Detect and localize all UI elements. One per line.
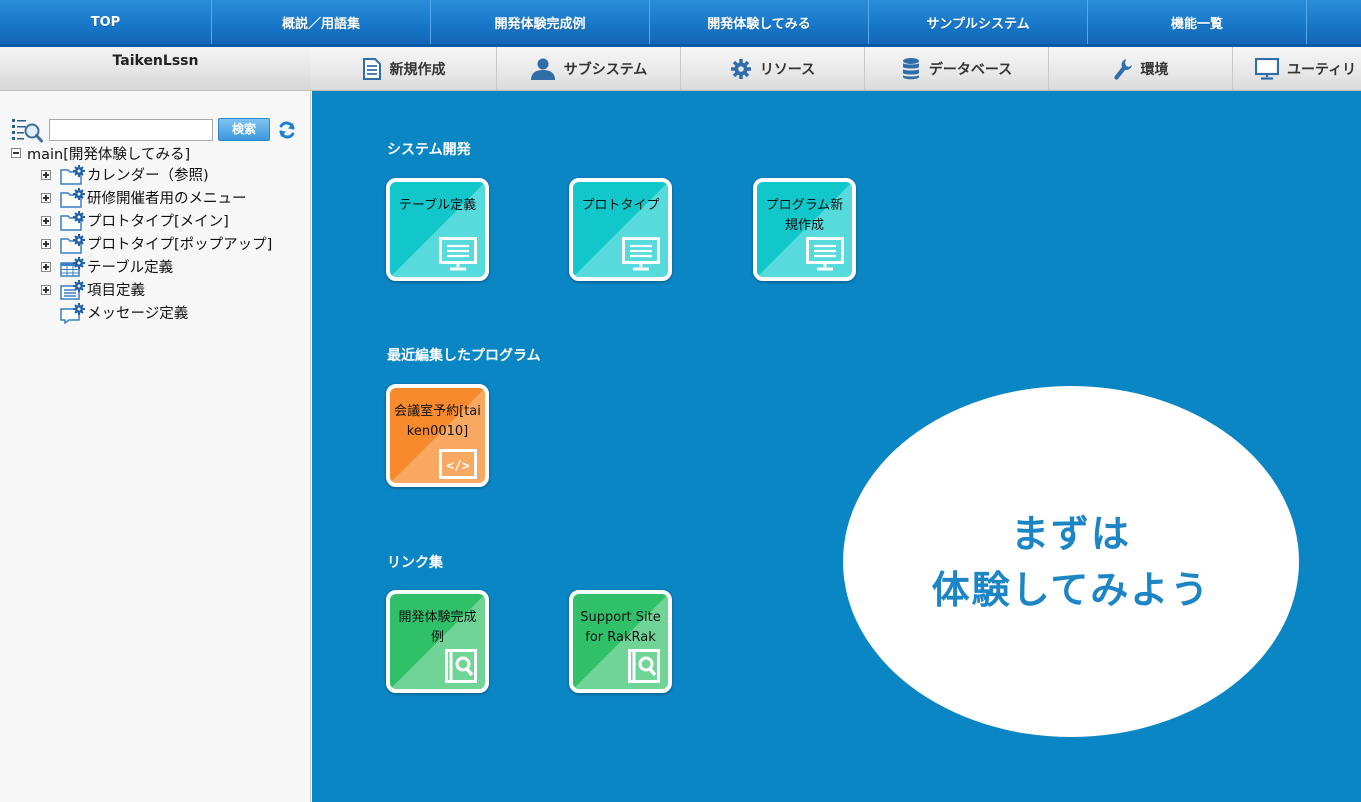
tile-label: プロトタイプ (581, 198, 660, 213)
tree-item-label[interactable]: プロトタイプ[メイン] (87, 210, 229, 231)
user-icon (530, 58, 555, 80)
topnav-item-top[interactable]: TOP (0, 0, 212, 44)
wrench-icon (1113, 58, 1132, 80)
book-search-icon (628, 649, 660, 683)
subnav-label: ユーティリ (1287, 61, 1357, 78)
subnav-label: 新規作成 (389, 61, 446, 78)
svg-text:</>: </> (446, 459, 470, 474)
tree-item-label[interactable]: カレンダー（参照) (87, 164, 209, 185)
topnav-item-more[interactable] (1307, 0, 1359, 44)
list-gear-icon (60, 279, 85, 300)
sidebar-title: TaikenLssn (0, 47, 311, 91)
tree-search-input[interactable] (49, 119, 213, 141)
tile-label: 会議室予約[taiken0010] (394, 404, 481, 439)
tree-item-organizer-menu[interactable]: 研修開催者用のメニュー (41, 186, 247, 209)
subnav-label: 環境 (1140, 61, 1169, 78)
tree-root-label[interactable]: main[開発体験してみる] (27, 143, 190, 164)
tree-item-label[interactable]: プロトタイプ[ポップアップ] (87, 233, 272, 254)
expand-icon[interactable] (41, 192, 51, 203)
subnav-label: データベース (928, 61, 1013, 78)
subnav-item-subsystem[interactable]: サブシステム (497, 47, 681, 90)
no-expand-spacer (41, 308, 51, 318)
top-navigation-bar: TOP 概説／用語集 開発体験完成例 開発体験してみる サンプルシステム 機能一… (0, 0, 1361, 47)
folder-gear-icon (60, 164, 85, 185)
monitor-icon (439, 237, 477, 271)
monitor-icon (1255, 57, 1279, 80)
tree-item-label[interactable]: 研修開催者用のメニュー (87, 187, 247, 208)
tree-item-label[interactable]: 項目定義 (87, 279, 145, 300)
topnav-item-feature-list[interactable]: 機能一覧 (1088, 0, 1307, 44)
tree-item-prototype-popup[interactable]: プロトタイプ[ポップアップ] (41, 232, 272, 255)
subnav-item-utility[interactable]: ユーティリ (1233, 47, 1361, 90)
tree-item-message-definition[interactable]: メッセージ定義 (41, 301, 188, 324)
expand-icon[interactable] (41, 215, 51, 226)
main-content: システム開発 テーブル定義 プロトタイプ プログラム新規作成 最近編集したプログ… (312, 91, 1361, 802)
tile-table-definition[interactable]: テーブル定義 (386, 178, 489, 281)
topnav-item-sample-system[interactable]: サンプルシステム (869, 0, 1088, 44)
table-gear-icon (60, 256, 85, 277)
tile-label: プログラム新規作成 (765, 198, 844, 233)
monitor-icon (622, 237, 660, 271)
tile-label: テーブル定義 (398, 198, 477, 213)
tree-item-calendar[interactable]: カレンダー（参照) (41, 163, 209, 186)
welcome-bubble: まずは 体験してみよう (843, 386, 1299, 737)
tree-item-table-definition[interactable]: テーブル定義 (41, 255, 173, 278)
database-icon (902, 57, 919, 79)
sidebar: TaikenLssn 検索 main[開発体験してみる] カレンダー（参照) 研… (0, 47, 311, 802)
tile-prototype[interactable]: プロトタイプ (569, 178, 672, 281)
gear-icon (730, 58, 751, 79)
tile-recent-program[interactable]: 会議室予約[taiken0010] </> (386, 384, 489, 487)
subnav-item-new[interactable]: 新規作成 (311, 47, 497, 90)
tree-item-field-definition[interactable]: 項目定義 (41, 278, 145, 301)
folder-gear-icon (60, 210, 85, 231)
refresh-icon[interactable] (277, 120, 297, 140)
tree-item-prototype-main[interactable]: プロトタイプ[メイン] (41, 209, 229, 232)
monitor-icon (806, 237, 844, 271)
subnav-label: サブシステム (563, 61, 648, 78)
topnav-item-overview-glossary[interactable]: 概説／用語集 (212, 0, 431, 44)
topnav-item-try-dev[interactable]: 開発体験してみる (650, 0, 869, 44)
tree-item-label[interactable]: メッセージ定義 (87, 302, 188, 323)
tree-search-icon[interactable] (11, 117, 43, 143)
bubble-line-1: まずは (1010, 511, 1131, 556)
section-title-recent-programs: 最近編集したプログラム (387, 348, 541, 364)
subnav-item-environment[interactable]: 環境 (1049, 47, 1233, 90)
tile-label: 開発体験完成例 (398, 610, 477, 645)
tile-new-program[interactable]: プログラム新規作成 (753, 178, 856, 281)
document-icon (362, 57, 381, 80)
message-gear-icon (60, 302, 85, 324)
topnav-item-dev-examples[interactable]: 開発体験完成例 (431, 0, 650, 44)
search-button[interactable]: 検索 (218, 118, 270, 141)
expand-icon[interactable] (41, 284, 51, 295)
tree-root-node[interactable]: main[開発体験してみる] (11, 143, 190, 163)
bubble-line-2: 体験してみよう (931, 567, 1211, 612)
sub-navigation-bar: 新規作成 サブシステム リソース データベース 環境 ユーティリ (311, 47, 1361, 91)
section-title-system-dev: システム開発 (387, 142, 471, 158)
subnav-label: リソース (759, 61, 816, 78)
expand-icon[interactable] (41, 261, 51, 272)
expand-icon[interactable] (41, 238, 51, 249)
tree-item-label[interactable]: テーブル定義 (87, 256, 173, 277)
tile-label: Support Site for RakRak (580, 610, 661, 645)
tile-link-support-site[interactable]: Support Site for RakRak (569, 590, 672, 693)
code-icon: </> (439, 449, 477, 479)
subnav-item-resource[interactable]: リソース (681, 47, 865, 90)
subnav-item-database[interactable]: データベース (865, 47, 1049, 90)
tree-search-row: 検索 (11, 117, 311, 143)
folder-gear-icon (60, 187, 85, 208)
section-title-links: リンク集 (387, 555, 443, 571)
collapse-icon[interactable] (11, 148, 21, 158)
expand-icon[interactable] (41, 169, 51, 180)
folder-gear-icon (60, 233, 85, 254)
book-search-icon (445, 649, 477, 683)
tile-link-dev-examples[interactable]: 開発体験完成例 (386, 590, 489, 693)
